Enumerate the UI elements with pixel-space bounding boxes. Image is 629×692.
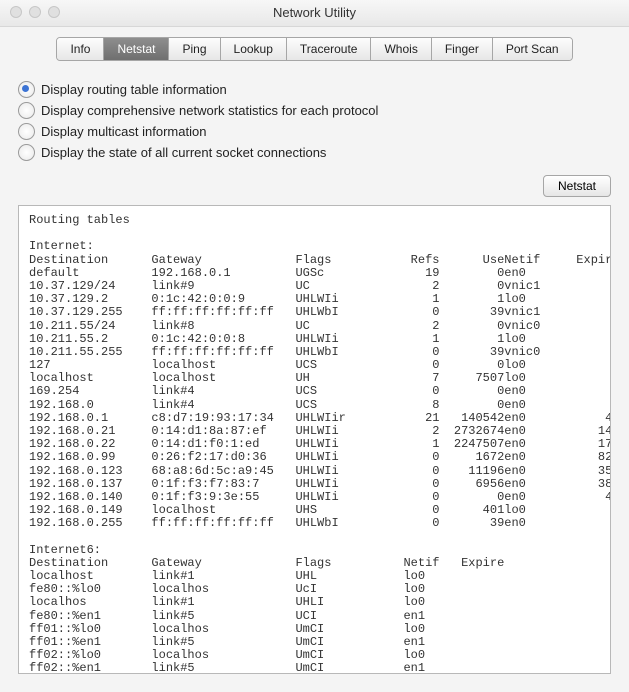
action-row: Netstat xyxy=(0,171,629,205)
tab-finger[interactable]: Finger xyxy=(432,38,493,60)
option-label: Display routing table information xyxy=(41,82,227,97)
option-row-3[interactable]: Display the state of all current socket … xyxy=(18,144,611,161)
close-icon[interactable] xyxy=(10,6,22,18)
tab-whois[interactable]: Whois xyxy=(371,38,431,60)
tabbar: InfoNetstatPingLookupTracerouteWhoisFing… xyxy=(56,37,572,61)
output-text: Routing tables Internet: Destination Gat… xyxy=(19,206,610,674)
radio-icon[interactable] xyxy=(18,102,35,119)
options-group: Display routing table information Display… xyxy=(0,77,629,171)
traffic-lights xyxy=(10,6,60,18)
radio-icon[interactable] xyxy=(18,144,35,161)
option-label: Display multicast information xyxy=(41,124,206,139)
radio-icon[interactable] xyxy=(18,123,35,140)
tab-port-scan[interactable]: Port Scan xyxy=(493,38,572,60)
radio-icon[interactable] xyxy=(18,81,35,98)
option-row-0[interactable]: Display routing table information xyxy=(18,81,611,98)
tab-traceroute[interactable]: Traceroute xyxy=(287,38,372,60)
zoom-icon[interactable] xyxy=(48,6,60,18)
tab-info[interactable]: Info xyxy=(57,38,104,60)
option-label: Display the state of all current socket … xyxy=(41,145,326,160)
minimize-icon[interactable] xyxy=(29,6,41,18)
tabbar-wrap: InfoNetstatPingLookupTracerouteWhoisFing… xyxy=(0,27,629,77)
window-title: Network Utility xyxy=(0,0,629,26)
tab-netstat[interactable]: Netstat xyxy=(104,38,169,60)
option-label: Display comprehensive network statistics… xyxy=(41,103,378,118)
output-scroll[interactable]: Routing tables Internet: Destination Gat… xyxy=(18,205,611,674)
tab-lookup[interactable]: Lookup xyxy=(221,38,287,60)
tab-ping[interactable]: Ping xyxy=(169,38,220,60)
titlebar: Network Utility xyxy=(0,0,629,27)
netstat-button[interactable]: Netstat xyxy=(543,175,611,197)
option-row-2[interactable]: Display multicast information xyxy=(18,123,611,140)
window: Network Utility InfoNetstatPingLookupTra… xyxy=(0,0,629,692)
option-row-1[interactable]: Display comprehensive network statistics… xyxy=(18,102,611,119)
